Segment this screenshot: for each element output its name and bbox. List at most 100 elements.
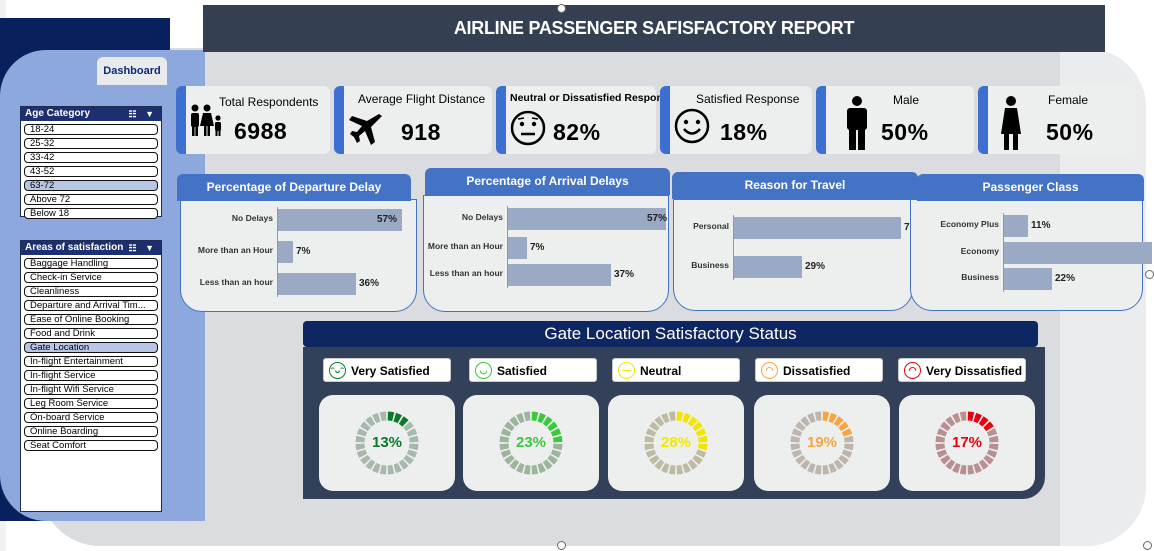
neutral-face-icon: —	[618, 362, 635, 379]
slicer-item[interactable]: Above 72	[24, 194, 158, 205]
bar	[1004, 268, 1052, 290]
neutral-face-icon	[510, 110, 546, 152]
slicer-item[interactable]: Cleanliness	[24, 286, 158, 297]
kpi-label: Average Flight Distance	[358, 92, 486, 106]
bar	[508, 237, 527, 259]
donut-card: 19%	[754, 395, 890, 491]
bar-category-label: Personal	[693, 221, 729, 231]
status-legend-very-satisfied[interactable]: ᵔᴗᵔ Very Satisfied	[323, 358, 451, 382]
donut-card: 28%	[608, 395, 744, 491]
bar-value-label: 57%	[647, 213, 668, 224]
donut-card: 23%	[463, 395, 599, 491]
age-slicer-title: Age Category	[25, 108, 91, 119]
areas-slicer-title: Areas of satisfaction	[25, 242, 124, 253]
chart-title: Percentage of Departure Delay	[177, 174, 411, 201]
chart-title: Reason for Travel	[672, 172, 918, 199]
dissatisfied-face-icon: ◠	[761, 362, 778, 379]
resize-handle-right[interactable]	[1145, 270, 1154, 279]
slicer-item[interactable]: Gate Location	[24, 342, 158, 353]
very-dissatisfied-face-icon: ◠	[904, 362, 921, 379]
bar	[508, 264, 611, 286]
donut-value: 19%	[806, 434, 838, 451]
kpi-value: 918	[401, 119, 441, 145]
slicer-item[interactable]: Below 18	[24, 208, 158, 219]
bar	[1004, 215, 1028, 237]
slicer-item[interactable]: Baggage Handling	[24, 258, 158, 269]
slicer-item[interactable]: Leg Room Service	[24, 398, 158, 409]
donut-value: 17%	[951, 434, 983, 451]
gate-status-title: Gate Location Satisfactory Status	[303, 321, 1038, 347]
age-category-slicer: Age Category ☷ ▼ 18-24 25-32 33-42 43-52 63-…	[20, 106, 162, 219]
donut-card: 13%	[319, 395, 455, 491]
status-label: Dissatisfied	[783, 364, 851, 378]
status-label: Very Dissatisfied	[926, 364, 1023, 378]
slicer-item[interactable]: Departure and Arrival Tim...	[24, 300, 158, 311]
donut-value: 23%	[515, 434, 547, 451]
areas-slicer: Areas of satisfaction ☷ ▼ Baggage Handli…	[20, 240, 162, 512]
bar-category-label: Business	[961, 272, 999, 282]
donut-value: 13%	[371, 434, 403, 451]
status-legend-neutral[interactable]: — Neutral	[612, 358, 740, 382]
kpi-value: 82%	[553, 119, 601, 145]
bar-value-label: 7%	[296, 246, 311, 257]
bar	[278, 241, 293, 263]
bar-value-label: 37%	[614, 269, 635, 280]
slicer-item[interactable]: On-board Service	[24, 412, 158, 423]
kpi-label: Female	[1048, 93, 1089, 107]
bar-value-label: 29%	[805, 261, 826, 272]
kpi-average-flight-distance: Average Flight Distance 918	[334, 86, 492, 154]
slicer-item[interactable]: In-flight Wifi Service	[24, 384, 158, 395]
slicer-item[interactable]: 25-32	[24, 138, 158, 149]
slicer-item[interactable]: In-flight Entertainment	[24, 356, 158, 367]
status-legend-satisfied[interactable]: ◡ Satisfied	[469, 358, 597, 382]
age-slicer-header: Age Category ☷ ▼	[21, 107, 161, 121]
slicer-item[interactable]: 43-52	[24, 166, 158, 177]
bar-category-label: Economy	[960, 246, 999, 256]
donut-value: 28%	[660, 434, 692, 451]
bar-category-label: No Delays	[461, 212, 503, 222]
slicer-item[interactable]: Check-in Service	[24, 272, 158, 283]
kpi-male: Male 50%	[816, 86, 974, 154]
bar	[1004, 242, 1152, 264]
chart-title: Passenger Class	[917, 174, 1144, 201]
resize-handle-corner[interactable]	[1143, 541, 1152, 550]
kpi-female: Female 50%	[978, 86, 1136, 154]
bar-category-label: More than an Hour	[197, 245, 273, 255]
status-label: Very Satisfied	[351, 364, 430, 378]
very-satisfied-face-icon: ᵔᴗᵔ	[329, 362, 346, 379]
bar	[508, 208, 666, 230]
filter-icon[interactable]: ☷ ▼	[129, 107, 157, 121]
filter-icon[interactable]: ☷ ▼	[129, 241, 157, 255]
bar-value-label: 57%	[377, 214, 398, 225]
donut-card: 17%	[899, 395, 1035, 491]
bar-category-label: Business	[691, 260, 729, 270]
resize-handle-top[interactable]	[557, 4, 566, 13]
slicer-item[interactable]: Seat Comfort	[24, 440, 158, 451]
slicer-item[interactable]: In-flight Service	[24, 370, 158, 381]
dashboard-tab[interactable]: Dashboard	[97, 57, 167, 85]
kpi-neutral-dissatisfied: Neutral or Dissatisfied Response 82%	[496, 86, 675, 154]
status-legend-very-dissatisfied[interactable]: ◠ Very Dissatisfied	[898, 358, 1026, 382]
slicer-item[interactable]: Ease of Online Booking	[24, 314, 158, 325]
slicer-item[interactable]: Online Boarding	[24, 426, 158, 437]
slicer-item[interactable]: Food and Drink	[24, 328, 158, 339]
bar-value-label: 11%	[1031, 220, 1051, 231]
kpi-satisfied-response: Satisfied Response 18%	[660, 86, 812, 154]
airplane-icon	[349, 112, 383, 152]
resize-handle-bottom[interactable]	[557, 541, 566, 550]
bar-category-label: No Delays	[231, 213, 273, 223]
report-title: AIRLINE PASSENGER SAFISFACTORY REPORT	[203, 5, 1105, 52]
bar-category-label: More than an Hour	[427, 241, 503, 251]
status-legend-dissatisfied[interactable]: ◠ Dissatisfied	[755, 358, 883, 382]
slicer-item[interactable]: 18-24	[24, 124, 158, 135]
bar-category-label: Less than an hour	[199, 277, 273, 287]
slicer-item[interactable]: 63-72	[24, 180, 158, 191]
kpi-label: Satisfied Response	[696, 92, 800, 106]
chart-title: Percentage of Arrival Delays	[425, 168, 670, 195]
areas-slicer-items: Baggage Handling Check-in Service Cleanlin…	[21, 258, 161, 451]
female-icon	[998, 96, 1024, 158]
bar	[734, 217, 901, 239]
kpi-total-respondents: Total Respondents 6988	[176, 86, 330, 154]
status-label: Neutral	[640, 364, 682, 378]
slicer-item[interactable]: 33-42	[24, 152, 158, 163]
